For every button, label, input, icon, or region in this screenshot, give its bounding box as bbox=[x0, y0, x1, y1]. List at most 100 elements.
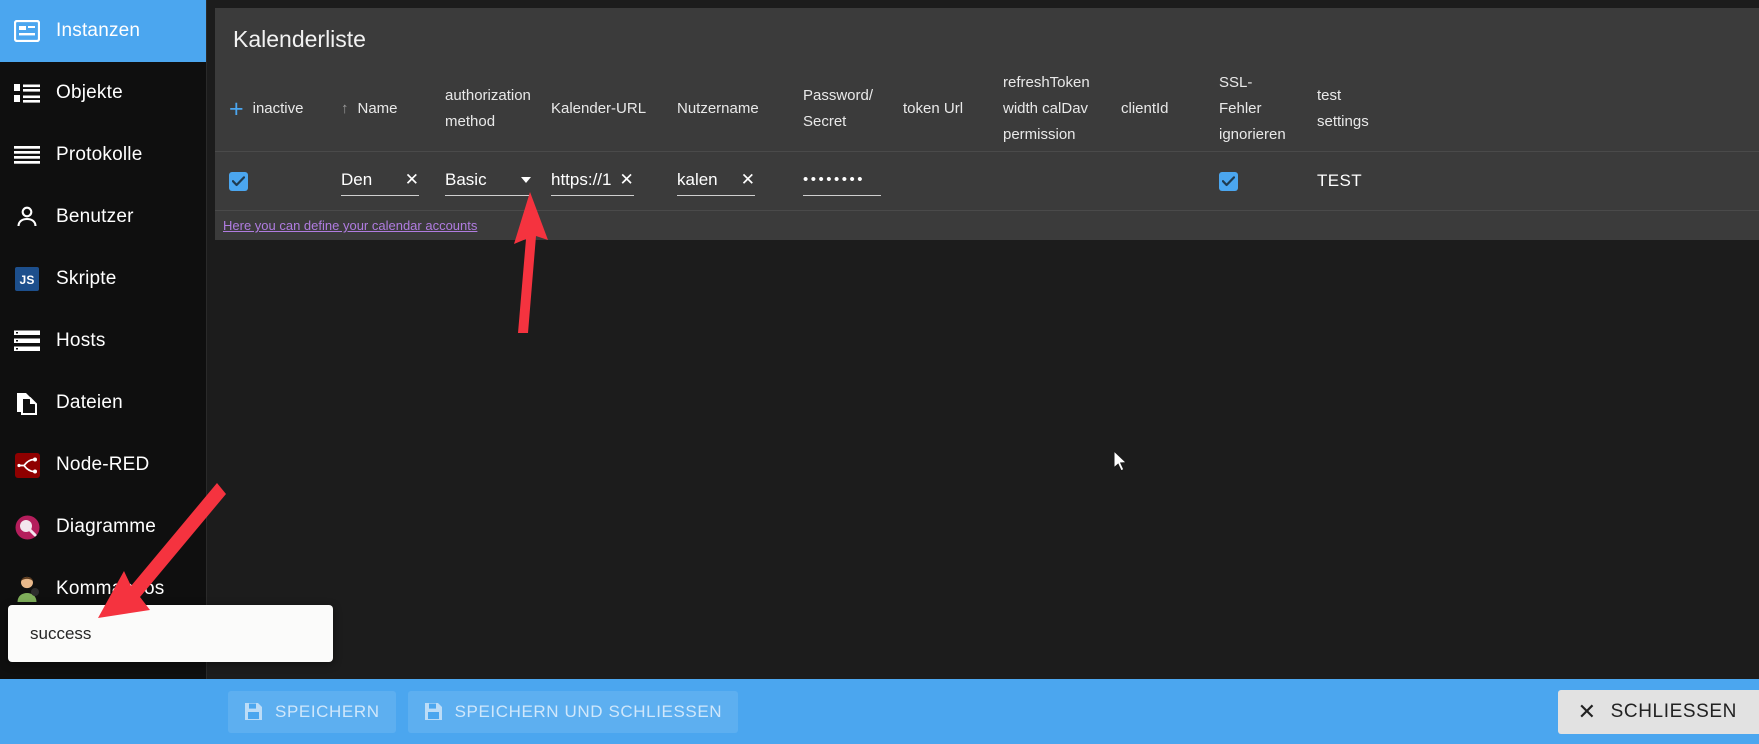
sidebar-item-label: Hosts bbox=[56, 330, 106, 351]
column-header-refresh-token[interactable]: refreshToken width calDav permission bbox=[997, 70, 1115, 148]
nutzername-value: kalen bbox=[677, 169, 718, 189]
save-button[interactable]: SPEICHERN bbox=[228, 690, 396, 733]
main-content: Kalenderliste + inactive ↑ Name authoriz… bbox=[207, 0, 1759, 744]
chevron-down-icon[interactable] bbox=[521, 176, 531, 183]
auth-method-select[interactable]: Basic bbox=[445, 166, 531, 196]
kalenderliste-panel: Kalenderliste + inactive ↑ Name authoriz… bbox=[215, 8, 1759, 240]
sidebar-item-benutzer[interactable]: Benutzer bbox=[0, 186, 206, 248]
sort-asc-icon[interactable]: ↑ bbox=[341, 96, 349, 122]
clear-username-icon[interactable]: ✕ bbox=[741, 171, 755, 188]
column-header-auth-method[interactable]: authorization method bbox=[439, 83, 545, 135]
column-header-kalender-url[interactable]: Kalender-URL bbox=[545, 96, 671, 122]
close-button-label: SCHLIESSEN bbox=[1610, 701, 1737, 722]
svg-text:JS: JS bbox=[19, 273, 34, 287]
column-header-label: Password/ Secret bbox=[803, 87, 874, 130]
column-header-label: clientId bbox=[1121, 100, 1169, 117]
column-header-password-secret[interactable]: Password/ Secret bbox=[797, 83, 897, 135]
hosts-icon bbox=[12, 326, 42, 356]
sidebar-item-protokolle[interactable]: Protokolle bbox=[0, 124, 206, 186]
sidebar-item-label: Benutzer bbox=[56, 206, 134, 227]
sidebar-item-instanzen[interactable]: Instanzen bbox=[0, 0, 206, 62]
node-red-icon bbox=[12, 450, 42, 480]
column-header-inactive[interactable]: + inactive bbox=[223, 96, 335, 122]
save-button-label: SPEICHERN bbox=[275, 701, 380, 721]
clear-url-icon[interactable]: ✕ bbox=[619, 171, 633, 188]
ssl-ignore-checkbox[interactable] bbox=[1219, 171, 1238, 191]
password-value: •••••••• bbox=[803, 170, 866, 188]
charts-icon bbox=[12, 512, 42, 542]
sidebar-item-hosts[interactable]: Hosts bbox=[0, 310, 206, 372]
app-root: Instanzen Objekte Protokolle Benutzer JS bbox=[0, 0, 1759, 744]
auth-method-value: Basic bbox=[445, 169, 487, 189]
kalender-url-input[interactable]: https://1 ✕ bbox=[551, 166, 634, 196]
inactive-checkbox[interactable] bbox=[229, 171, 248, 191]
cell-inactive bbox=[223, 171, 335, 191]
column-header-ssl-ignore[interactable]: SSL- Fehler ignorieren bbox=[1213, 70, 1311, 148]
kalender-url-value: https://1 bbox=[551, 169, 612, 189]
column-header-label: authorization method bbox=[445, 87, 531, 130]
name-value: Den bbox=[341, 169, 373, 189]
sidebar-item-label: Protokolle bbox=[56, 144, 143, 165]
sidebar-item-node-red[interactable]: Node-RED bbox=[0, 434, 206, 496]
toast-message: success bbox=[30, 623, 92, 643]
save-and-close-button[interactable]: SPEICHERN UND SCHLIESSEN bbox=[407, 690, 739, 733]
sidebar-item-diagramme[interactable]: Diagramme bbox=[0, 496, 206, 558]
bottom-action-bar: SPEICHERN SPEICHERN UND SCHLIESSEN ✕ SCH… bbox=[0, 679, 1759, 744]
column-header-label: inactive bbox=[252, 100, 304, 117]
sidebar-item-label: Objekte bbox=[56, 82, 123, 103]
sidebar-item-objekte[interactable]: Objekte bbox=[0, 62, 206, 124]
column-header-client-id[interactable]: clientId bbox=[1115, 96, 1213, 122]
column-header-label: Kalender-URL bbox=[551, 100, 647, 117]
column-header-label: Nutzername bbox=[677, 100, 759, 117]
nutzername-input[interactable]: kalen ✕ bbox=[677, 166, 755, 196]
javascript-icon: JS bbox=[12, 264, 42, 294]
column-header-token-url[interactable]: token Url bbox=[897, 96, 997, 122]
calendar-table: + inactive ↑ Name authorization method K… bbox=[215, 67, 1759, 235]
column-header-test-settings[interactable]: test settings bbox=[1311, 83, 1401, 135]
cell-nutzername: kalen ✕ bbox=[671, 166, 797, 196]
sidebar-item-label: Skripte bbox=[56, 268, 117, 289]
column-header-name[interactable]: ↑ Name bbox=[335, 96, 439, 122]
clear-name-icon[interactable]: ✕ bbox=[405, 171, 419, 188]
sidebar-item-skripte[interactable]: JS Skripte bbox=[0, 248, 206, 310]
logs-icon bbox=[12, 140, 42, 170]
column-header-nutzername[interactable]: Nutzername bbox=[671, 96, 797, 122]
cell-kalender-url: https://1 ✕ bbox=[545, 166, 671, 196]
column-header-label: token Url bbox=[903, 100, 964, 117]
save-close-icon bbox=[424, 702, 443, 721]
mouse-cursor bbox=[1113, 449, 1128, 478]
files-icon bbox=[12, 388, 42, 418]
table-header-row: + inactive ↑ Name authorization method K… bbox=[215, 67, 1759, 151]
cell-auth-method: Basic bbox=[439, 166, 545, 196]
sidebar-item-label: Instanzen bbox=[56, 20, 141, 41]
cell-test-settings: TEST bbox=[1311, 171, 1401, 191]
instances-icon bbox=[12, 16, 42, 46]
password-input[interactable]: •••••••• bbox=[803, 166, 881, 196]
save-and-close-button-label: SPEICHERN UND SCHLIESSEN bbox=[454, 701, 723, 721]
cell-ssl-ignore bbox=[1213, 171, 1311, 191]
cell-name: Den ✕ bbox=[335, 166, 439, 196]
sidebar-item-label: Diagramme bbox=[56, 516, 156, 537]
column-header-label: refreshToken width calDav permission bbox=[1003, 74, 1090, 143]
name-input[interactable]: Den ✕ bbox=[341, 166, 419, 196]
test-button[interactable]: TEST bbox=[1317, 171, 1362, 191]
user-icon bbox=[12, 202, 42, 232]
success-toast[interactable]: success bbox=[8, 605, 333, 662]
sidebar-item-dateien[interactable]: Dateien bbox=[0, 372, 206, 434]
sidebar-item-label: Dateien bbox=[56, 392, 123, 413]
table-row: Den ✕ Basic https://1 ✕ kalen ✕ ••••••••… bbox=[215, 151, 1759, 211]
column-header-label: test settings bbox=[1317, 87, 1369, 130]
sidebar-item-label: Kommandos bbox=[56, 578, 165, 599]
sidebar-item-label: Node-RED bbox=[56, 454, 150, 475]
objects-icon bbox=[12, 78, 42, 108]
column-header-label: Name bbox=[357, 100, 398, 117]
save-icon bbox=[244, 702, 263, 721]
column-header-label: SSL- Fehler ignorieren bbox=[1219, 74, 1286, 143]
close-button[interactable]: ✕ SCHLIESSEN bbox=[1557, 690, 1759, 734]
commands-icon bbox=[12, 574, 42, 604]
page-title: Kalenderliste bbox=[233, 26, 366, 52]
cell-password-secret: •••••••• bbox=[797, 166, 897, 196]
close-icon: ✕ bbox=[1577, 699, 1597, 724]
calendar-accounts-hint-link[interactable]: Here you can define your calendar accoun… bbox=[223, 218, 477, 233]
add-row-icon[interactable]: + bbox=[229, 96, 244, 122]
